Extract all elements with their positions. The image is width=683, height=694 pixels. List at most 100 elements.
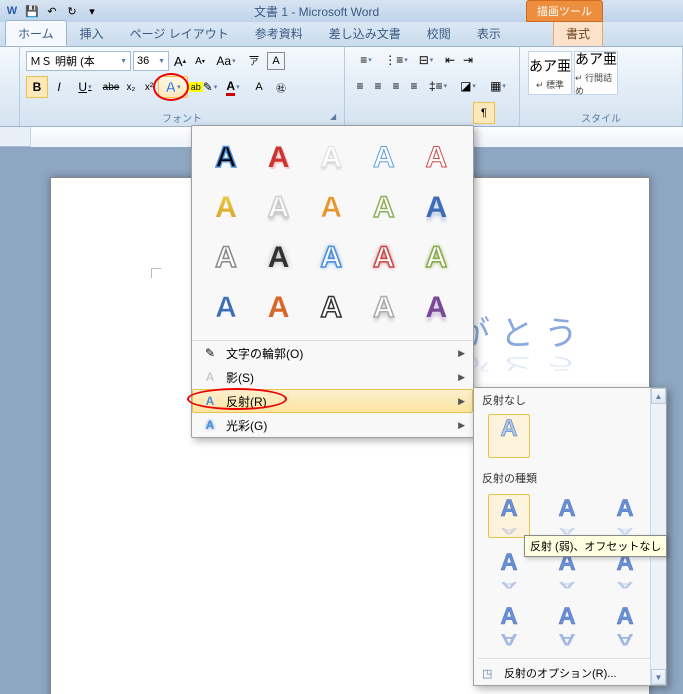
italic-button[interactable]: I: [48, 76, 70, 98]
highlight-button[interactable]: ab✎▾: [188, 76, 218, 98]
phonetic-guide-button[interactable]: ア: [243, 50, 265, 72]
text-effect-preset[interactable]: A: [204, 136, 248, 180]
tab-mailings[interactable]: 差し込み文書: [316, 20, 414, 46]
font-name-combo[interactable]: ＭＳ 明朝 (本 ▼: [26, 51, 131, 71]
text-effect-preset[interactable]: A: [204, 236, 248, 280]
text-shadow-menu[interactable]: A 影(S) ▶: [192, 365, 473, 389]
font-group: ＭＳ 明朝 (本 ▼ 36 ▼ A▴ A▾ Aa▾ ア A B I U▾ abe…: [20, 47, 345, 126]
font-size-combo[interactable]: 36 ▼: [133, 51, 169, 71]
strikethrough-button[interactable]: abe: [100, 76, 122, 98]
align-left-button[interactable]: ≡: [351, 75, 369, 97]
text-effect-preset[interactable]: A: [257, 186, 301, 230]
text-effect-preset[interactable]: A: [309, 286, 353, 330]
underline-button[interactable]: U▾: [70, 76, 100, 98]
text-reflection-menu[interactable]: A 反射(R) ▶: [192, 389, 473, 413]
line-spacing-button[interactable]: ‡≡▾: [423, 75, 453, 97]
change-case-button[interactable]: Aa▾: [211, 50, 241, 72]
tab-format[interactable]: 書式: [553, 20, 603, 46]
clipboard-group: [0, 47, 20, 126]
numbering-button[interactable]: ⋮≡▾: [381, 49, 411, 71]
text-effect-preset[interactable]: A: [257, 236, 301, 280]
text-effect-preset[interactable]: A: [204, 186, 248, 230]
text-effect-preset[interactable]: A: [414, 186, 458, 230]
scroll-down-button[interactable]: ▼: [651, 669, 666, 685]
increase-indent-button[interactable]: ⇥: [459, 49, 477, 71]
quick-access-toolbar: W 💾 ↶ ↻ ▾: [0, 3, 104, 19]
text-outline-menu[interactable]: ✎ 文字の輪郭(O) ▶: [192, 341, 473, 365]
text-effect-preset[interactable]: A: [257, 136, 301, 180]
text-effect-preset[interactable]: A: [309, 136, 353, 180]
character-border-button[interactable]: A: [267, 52, 285, 70]
reflection-variant[interactable]: AA: [604, 602, 646, 646]
superscript-button[interactable]: x²: [140, 76, 158, 98]
justify-button[interactable]: ≡: [405, 75, 423, 97]
decrease-indent-button[interactable]: ⇤: [441, 49, 459, 71]
text-effect-preset[interactable]: A: [309, 186, 353, 230]
character-shading-button[interactable]: A: [248, 76, 270, 98]
word-icon[interactable]: W: [4, 3, 20, 19]
bullets-button[interactable]: ≡▾: [351, 49, 381, 71]
margin-corner-mark: [151, 268, 161, 278]
reflection-variant[interactable]: AA: [546, 494, 588, 538]
shading-button[interactable]: ◪▾: [453, 75, 483, 97]
subscript-button[interactable]: x₂: [122, 76, 140, 98]
chevron-down-icon: ▼: [120, 58, 127, 65]
tab-references[interactable]: 参考資料: [242, 20, 316, 46]
text-effect-preset[interactable]: A: [257, 286, 301, 330]
show-hide-button[interactable]: ¶: [473, 102, 495, 124]
glow-icon: A: [200, 416, 220, 434]
qat-more-icon[interactable]: ▾: [84, 3, 100, 19]
font-name-value: ＭＳ 明朝 (本: [30, 53, 95, 69]
redo-icon[interactable]: ↻: [64, 3, 80, 19]
save-icon[interactable]: 💾: [24, 3, 40, 19]
text-effect-preset[interactable]: A: [414, 286, 458, 330]
reflection-tooltip: 反射 (弱)、オフセットなし: [524, 535, 667, 557]
align-right-button[interactable]: ≡: [387, 75, 405, 97]
font-color-button[interactable]: A▾: [218, 76, 248, 98]
reflection-options-button[interactable]: ◳ 反射のオプション(R)...: [474, 661, 666, 685]
chevron-right-icon: ▶: [458, 420, 465, 431]
font-dialog-launcher[interactable]: ◢: [330, 112, 342, 124]
borders-button[interactable]: ▦▾: [483, 75, 513, 97]
options-icon: ◳: [482, 667, 498, 680]
tab-page-layout[interactable]: ページ レイアウト: [117, 20, 242, 46]
window-title: 文書 1 - Microsoft Word: [254, 3, 379, 20]
drawing-tools-contextual-tab: 描画ツール: [526, 0, 603, 22]
chevron-down-icon: ▼: [158, 58, 165, 65]
tab-insert[interactable]: 挿入: [67, 20, 117, 46]
shadow-icon: A: [200, 368, 220, 386]
text-effect-preset[interactable]: A: [309, 236, 353, 280]
reflection-variant[interactable]: AA: [488, 602, 530, 646]
bold-button[interactable]: B: [26, 76, 48, 98]
text-effect-preset[interactable]: A: [362, 186, 406, 230]
style-normal[interactable]: あア亜 ↵ 標準: [528, 51, 572, 95]
text-effect-preset[interactable]: A: [362, 286, 406, 330]
grow-font-button[interactable]: A▴: [171, 50, 189, 72]
text-effects-button[interactable]: A▾: [158, 76, 188, 98]
text-effect-preset[interactable]: A: [414, 136, 458, 180]
text-effect-preset[interactable]: A: [414, 236, 458, 280]
reflection-variant[interactable]: AA: [604, 494, 646, 538]
tab-home[interactable]: ホーム: [5, 20, 67, 46]
reflection-variant[interactable]: AA: [546, 602, 588, 646]
chevron-right-icon: ▶: [458, 372, 465, 383]
tab-view[interactable]: 表示: [464, 20, 514, 46]
text-effect-preset[interactable]: A: [362, 236, 406, 280]
text-effect-preset[interactable]: A: [362, 136, 406, 180]
align-center-button[interactable]: ≡: [369, 75, 387, 97]
scroll-up-button[interactable]: ▲: [651, 388, 666, 404]
reflection-none-option[interactable]: A: [488, 414, 530, 458]
shrink-font-button[interactable]: A▾: [191, 50, 209, 72]
ribbon: ＭＳ 明朝 (本 ▼ 36 ▼ A▴ A▾ Aa▾ ア A B I U▾ abe…: [0, 47, 683, 127]
style-no-spacing[interactable]: あア亜 ↵ 行間詰め: [574, 51, 618, 95]
text-glow-menu[interactable]: A 光彩(G) ▶: [192, 413, 473, 437]
text-effect-preset[interactable]: A: [204, 286, 248, 330]
reflection-none-label: 反射なし: [474, 388, 666, 412]
undo-icon[interactable]: ↶: [44, 3, 60, 19]
tab-review[interactable]: 校閲: [414, 20, 464, 46]
reflection-variant[interactable]: AA: [488, 494, 530, 538]
chevron-right-icon: ▶: [458, 348, 465, 359]
multilevel-list-button[interactable]: ⊟▾: [411, 49, 441, 71]
enclose-characters-button[interactable]: ㊓: [270, 76, 292, 98]
reflection-variants-label: 反射の種類: [474, 466, 666, 490]
